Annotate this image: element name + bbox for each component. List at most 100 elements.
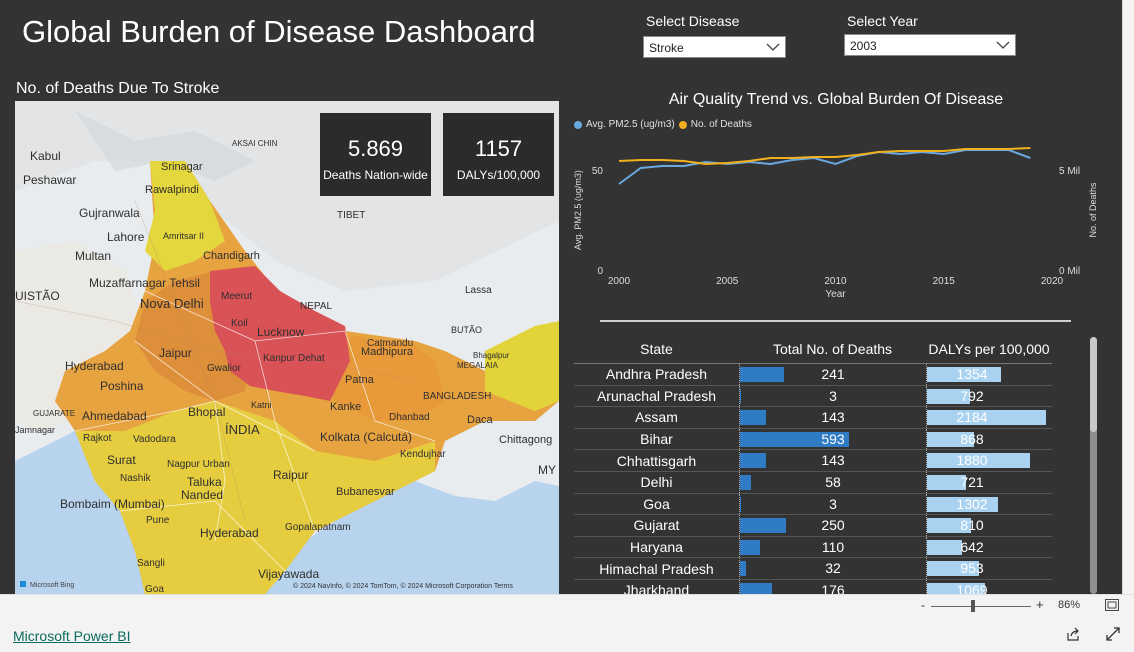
- table-row[interactable]: Delhi 58 721: [574, 471, 1052, 494]
- x-tick-label: 2005: [716, 276, 739, 287]
- cell-dalys: 642: [926, 536, 1052, 558]
- cell-dalys: 1302: [926, 493, 1052, 515]
- cell-dalys: 721: [926, 471, 1052, 493]
- cell-deaths: 241: [739, 364, 926, 385]
- footer-bar: Microsoft Power BI: [0, 616, 1134, 652]
- table-row[interactable]: Andhra Pradesh 241 1354: [574, 364, 1052, 386]
- air-quality-line-chart[interactable]: 2000 2005 2010 2015 2020 0 50 0 Mil 5 Mil Year Avg…: [570, 140, 1110, 305]
- map-place-label: Gwalior: [207, 363, 241, 374]
- zoom-slider-track[interactable]: [931, 606, 1031, 607]
- report-canvas: Global Burden of Disease Dashboard Selec…: [0, 0, 1134, 594]
- map-place-label: Sangli: [137, 558, 165, 569]
- map-place-label: Peshawar: [23, 173, 77, 187]
- y-tick-label: 0: [597, 266, 603, 277]
- map-place-label: Chittagong: [499, 434, 553, 446]
- filters-pane-rail[interactable]: [1122, 0, 1134, 594]
- map-place-label: Bubanesvar: [336, 486, 395, 498]
- kpi-card-deaths: 5.869 Deaths Nation-wide: [320, 113, 431, 196]
- cell-deaths: 143: [739, 450, 926, 471]
- map-copyright: © 2024 NavInfo, © 2024 TomTom, © 2024 Mi…: [293, 583, 513, 590]
- fullscreen-icon[interactable]: [1106, 627, 1120, 641]
- map-place-label: Kendujhar: [400, 449, 446, 460]
- deaths-value: 32: [825, 560, 841, 577]
- col-header-dalys[interactable]: DALYs per 100,000: [926, 334, 1052, 363]
- cell-state: Jharkhand: [623, 582, 690, 594]
- table-row[interactable]: Bihar 593 868: [574, 428, 1052, 451]
- table-scrollbar-thumb[interactable]: [1090, 337, 1097, 432]
- deaths-value: 143: [821, 452, 845, 469]
- map-place-label: Goa: [145, 584, 164, 594]
- map-place-label: Madhipura: [361, 346, 413, 358]
- dalys-value: 721: [960, 473, 984, 490]
- cell-dalys: 810: [926, 515, 1052, 536]
- chart-title: Air Quality Trend vs. Global Burden Of D…: [668, 91, 1004, 108]
- map-place-label: Lucknow: [257, 325, 305, 339]
- deaths-value: 250: [821, 517, 845, 534]
- map-place-label: Gopalapatnam: [285, 522, 351, 533]
- state-table[interactable]: State Total No. of Deaths DALYs per 100,…: [574, 334, 1052, 594]
- year-dropdown[interactable]: 2003: [844, 34, 1016, 56]
- dalys-value: 1069: [956, 581, 988, 594]
- y-axis-title: Avg. PM2.5 (ug/m3): [573, 170, 583, 250]
- table-row[interactable]: Chhattisgarh 143 1880: [574, 450, 1052, 472]
- map-place-label: BUTÃO: [451, 325, 483, 335]
- deaths-value: 3: [829, 387, 837, 404]
- map-place-label: NEPAL: [300, 301, 333, 312]
- share-icon[interactable]: [1066, 627, 1081, 642]
- col-header-deaths[interactable]: Total No. of Deaths: [739, 334, 926, 363]
- map-place-label: MEGALAIA: [457, 361, 498, 370]
- table-row[interactable]: Gujarat 250 810: [574, 515, 1052, 537]
- y2-tick-label: 0 Mil: [1059, 266, 1080, 277]
- cell-deaths: 593: [739, 428, 926, 450]
- deaths-value: 593: [821, 430, 845, 447]
- map-place-label: Daca: [467, 414, 493, 426]
- page-title: Global Burden of Disease Dashboard: [22, 14, 536, 49]
- map-title: No. of Deaths Due To Stroke: [16, 80, 220, 97]
- table-row[interactable]: Haryana 110 642: [574, 536, 1052, 559]
- cell-state: Haryana: [630, 539, 683, 556]
- map-place-label: Nashik: [120, 473, 151, 484]
- legend-label-deaths: No. of Deaths: [690, 119, 752, 130]
- map-place-label: Patna: [345, 374, 374, 386]
- col-header-state[interactable]: State: [574, 341, 739, 357]
- cell-state: Bihar: [640, 431, 673, 448]
- map-place-label: ÍNDIA: [225, 422, 260, 437]
- zoom-out-button[interactable]: -: [921, 598, 925, 612]
- map-place-label: Koil: [231, 318, 248, 329]
- chevron-down-icon: [766, 43, 780, 51]
- legend-marker-pm25: [574, 120, 582, 129]
- deaths-value: 143: [821, 409, 845, 426]
- table-row[interactable]: Jharkhand 176 1069: [574, 579, 1052, 594]
- map-place-label: Hyderabad: [200, 526, 259, 540]
- kpi-deaths-value: 5.869: [347, 136, 404, 161]
- table-row[interactable]: Assam 143 2184: [574, 407, 1052, 429]
- table-row[interactable]: Himachal Pradesh 32 953: [574, 558, 1052, 580]
- dalys-value: 868: [960, 430, 984, 447]
- cell-dalys: 2184: [926, 407, 1052, 428]
- dalys-value: 1880: [956, 452, 988, 469]
- power-bi-link[interactable]: Microsoft Power BI: [13, 628, 130, 644]
- map-place-label: Kanke: [330, 401, 362, 413]
- zoom-in-button[interactable]: +: [1036, 597, 1044, 612]
- cell-state: Andhra Pradesh: [605, 366, 708, 383]
- fit-to-page-icon[interactable]: [1105, 599, 1119, 611]
- table-row[interactable]: Goa 3 1302: [574, 493, 1052, 516]
- disease-dropdown[interactable]: Stroke: [643, 36, 786, 58]
- cell-dalys: 1354: [926, 364, 1052, 385]
- cell-deaths: 3: [739, 385, 926, 407]
- dalys-value: 1354: [956, 366, 988, 382]
- cell-dalys: 792: [926, 385, 1052, 407]
- map-place-label: Vijayawada: [258, 567, 320, 581]
- map-place-label: Hyderabad: [65, 359, 124, 373]
- cell-deaths: 58: [739, 471, 926, 493]
- map-place-label: Katni: [251, 400, 272, 410]
- x-axis-title: Year: [825, 289, 846, 300]
- x-tick-label: 2000: [608, 276, 631, 287]
- map-place-label: MY: [538, 463, 556, 477]
- zoom-slider-handle[interactable]: [971, 600, 975, 612]
- map-place-label: GUJARATE: [33, 409, 76, 418]
- year-slicer-label: Select Year: [847, 13, 918, 29]
- deaths-value: 176: [821, 581, 845, 594]
- table-row[interactable]: Arunachal Pradesh 3 792: [574, 385, 1052, 408]
- year-dropdown-value: 2003: [850, 39, 877, 53]
